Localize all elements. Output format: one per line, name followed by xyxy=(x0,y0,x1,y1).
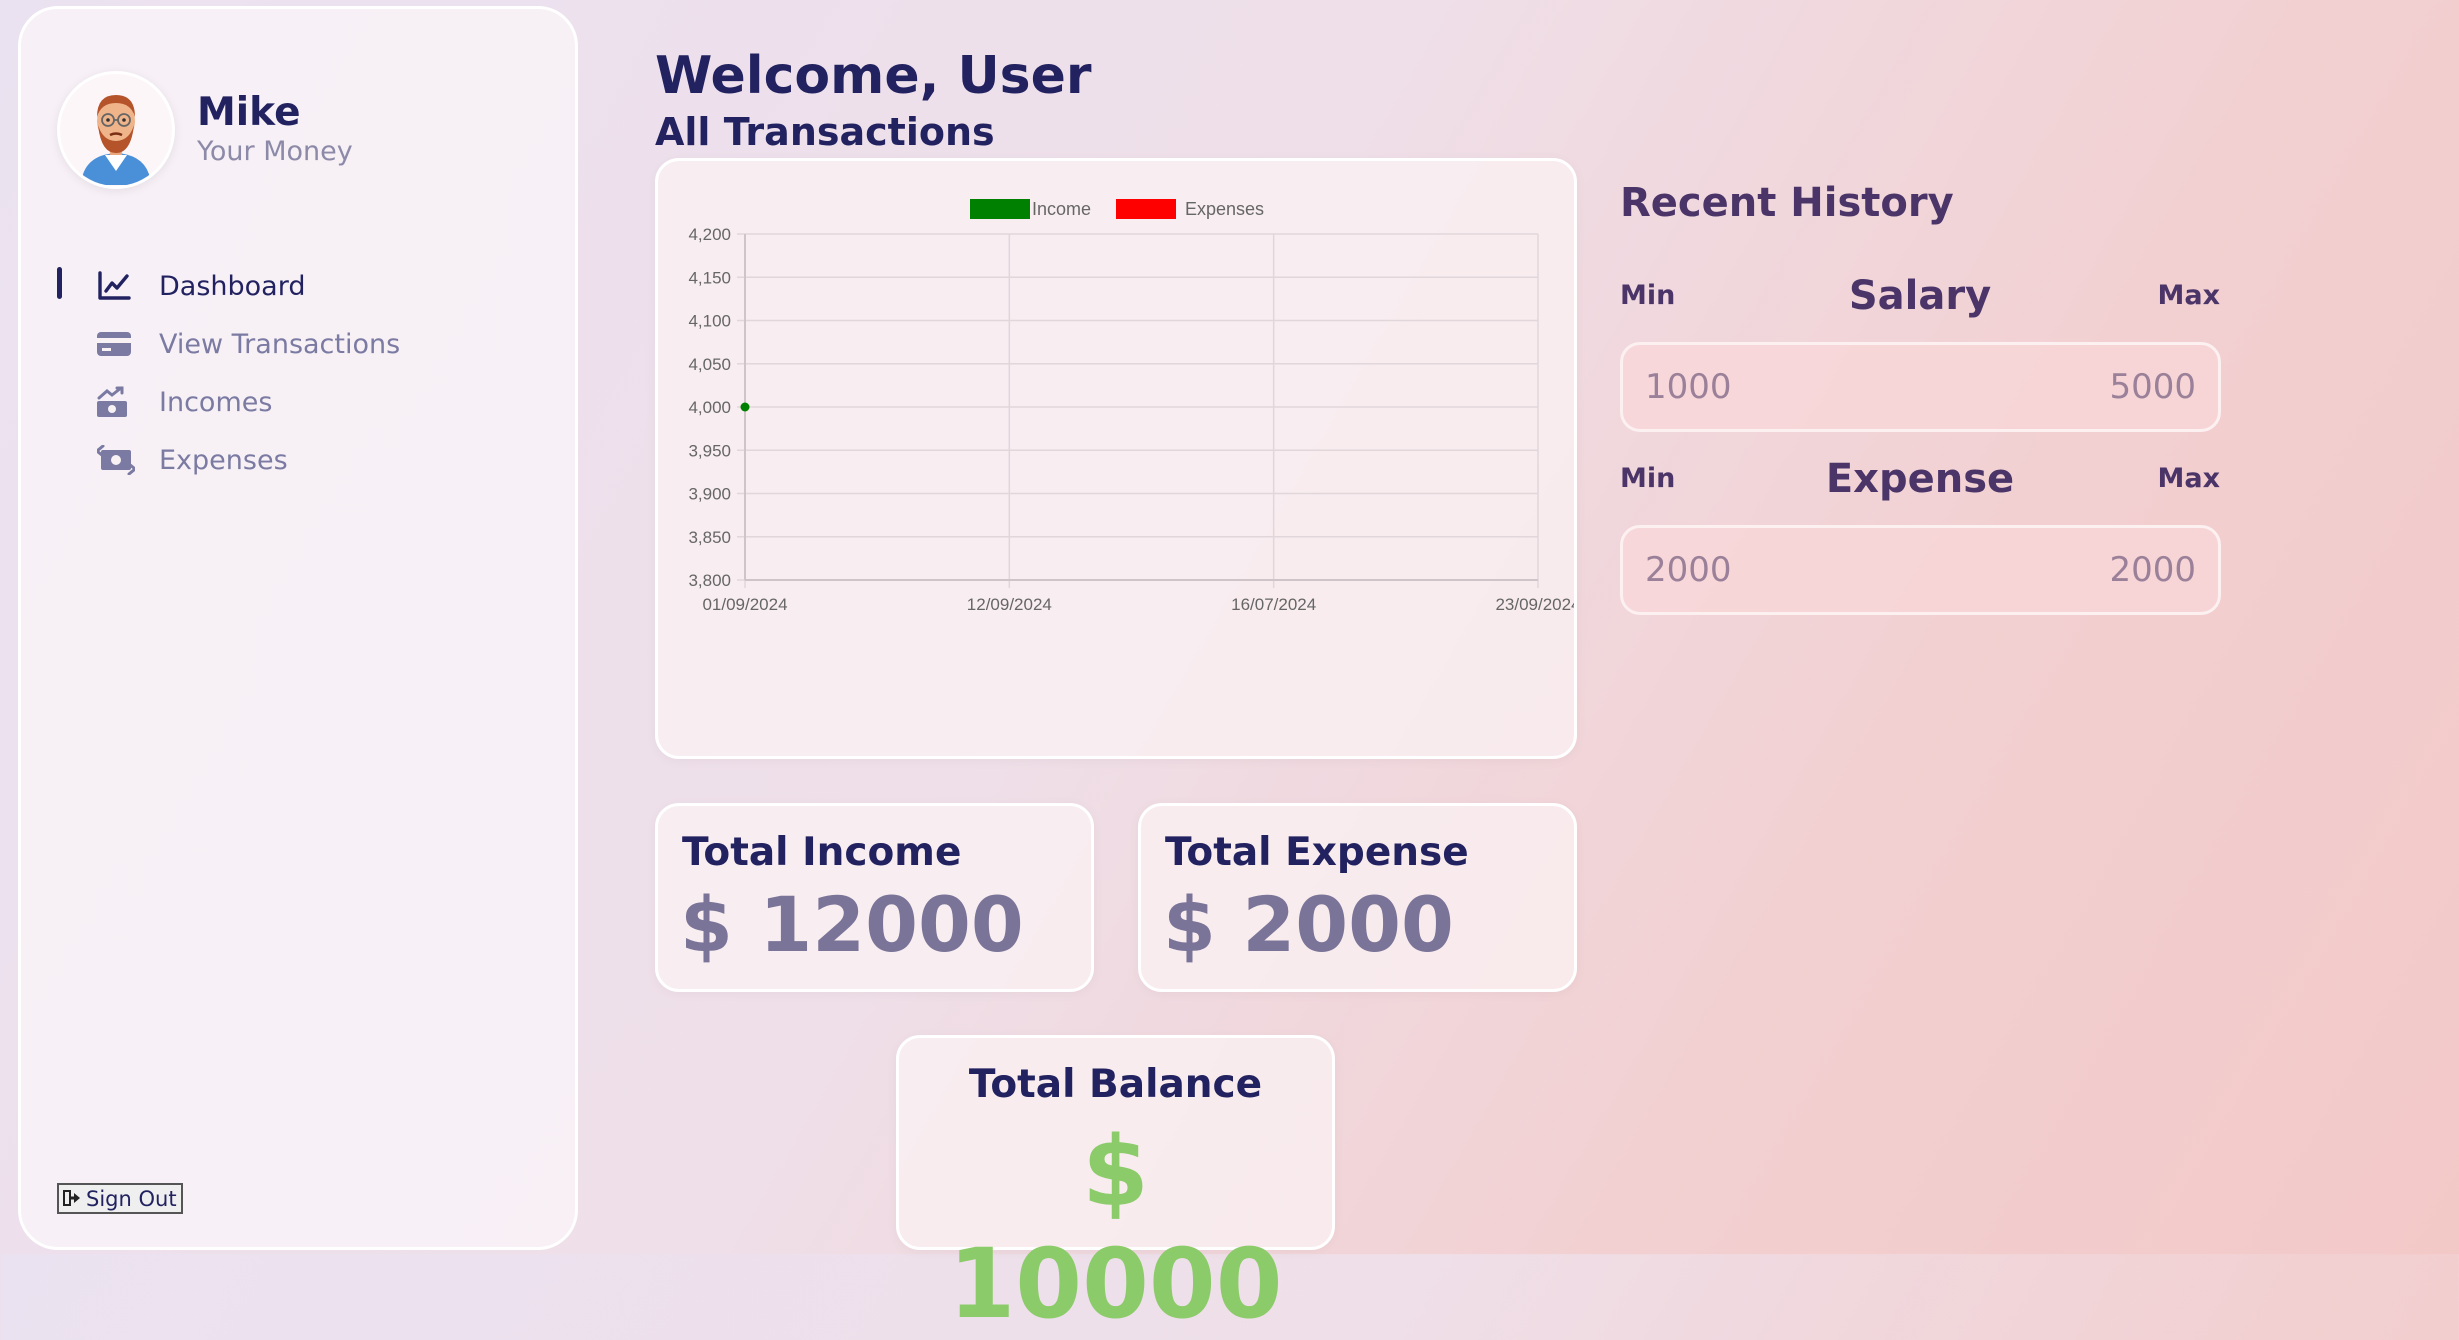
sidebar-menu: Dashboard View Transactions Incomes Expe… xyxy=(57,257,400,489)
y-tick-label: 4,150 xyxy=(688,268,731,287)
section-title: All Transactions xyxy=(655,110,995,154)
recent-history-title: Recent History xyxy=(1620,180,1954,226)
y-tick-label: 4,000 xyxy=(688,398,731,417)
user-profile: Mike Your Money xyxy=(57,71,353,189)
expense-label: Expense xyxy=(1825,456,2015,502)
sidebar-item-label: Dashboard xyxy=(159,270,306,302)
x-tick-label: 16/07/2024 xyxy=(1231,595,1316,614)
salary-max-label: Max xyxy=(2157,280,2220,311)
legend-swatch-income xyxy=(970,199,1030,219)
salary-label: Salary xyxy=(1848,273,1992,319)
expense-range-header: Min Expense Max xyxy=(1620,449,2220,509)
legend-label-expenses: Expenses xyxy=(1185,199,1264,219)
sign-out-icon xyxy=(63,1187,81,1211)
sidebar: Mike Your Money Dashboard View Transacti… xyxy=(18,6,578,1250)
chart-line-icon xyxy=(97,271,139,301)
y-tick-label: 4,050 xyxy=(688,355,731,374)
x-tick-label: 12/09/2024 xyxy=(967,595,1052,614)
y-tick-label: 3,850 xyxy=(688,528,731,547)
total-expense-card: Total Expense $ 2000 xyxy=(1138,803,1577,992)
chart-grid xyxy=(737,233,1539,588)
credit-card-icon xyxy=(97,330,139,358)
total-income-title: Total Income xyxy=(682,830,962,875)
expense-max-value: 2000 xyxy=(2109,550,2196,590)
total-expense-title: Total Expense xyxy=(1165,830,1469,875)
chart-x-axis: 01/09/2024 12/09/2024 16/07/2024 23/09/2024 xyxy=(702,595,1574,614)
total-income-card: Total Income $ 12000 xyxy=(655,803,1094,992)
chart-legend: Income Expenses xyxy=(970,199,1264,219)
expense-range-box: 2000 2000 xyxy=(1620,525,2221,615)
sidebar-item-expenses[interactable]: Expenses xyxy=(57,431,400,489)
expense-max-label: Max xyxy=(2157,463,2220,494)
y-tick-label: 3,900 xyxy=(688,485,731,504)
transactions-chart: Income Expenses 4,200 4,150 4,100 4,050 4,000… xyxy=(688,199,1574,614)
y-tick-label: 4,200 xyxy=(688,225,731,244)
total-expense-value: $ 2000 xyxy=(1163,880,1454,969)
expense-min-value: 2000 xyxy=(1645,550,1732,590)
data-point-income xyxy=(740,402,750,412)
salary-range-box: 1000 5000 xyxy=(1620,342,2221,432)
total-balance-value: $ 10000 xyxy=(948,1116,1283,1340)
salary-min-value: 1000 xyxy=(1645,367,1732,407)
x-tick-label: 23/09/2024 xyxy=(1495,595,1574,614)
transactions-chart-card: Income Expenses 4,200 4,150 4,100 4,050 4,000… xyxy=(655,158,1577,759)
sign-out-label: Sign Out xyxy=(86,1186,177,1211)
sidebar-item-view-transactions[interactable]: View Transactions xyxy=(57,315,400,373)
profile-subtitle: Your Money xyxy=(197,136,353,167)
money-bill-transfer-icon xyxy=(97,445,139,475)
sidebar-item-incomes[interactable]: Incomes xyxy=(57,373,400,431)
legend-swatch-expenses xyxy=(1116,199,1176,219)
y-tick-label: 3,950 xyxy=(688,441,731,460)
sidebar-item-label: Incomes xyxy=(159,386,273,418)
y-tick-label: 4,100 xyxy=(688,312,731,331)
x-tick-label: 01/09/2024 xyxy=(702,595,787,614)
money-bill-trend-up-icon xyxy=(97,386,139,418)
sidebar-item-label: View Transactions xyxy=(159,328,401,360)
chart-y-axis: 4,200 4,150 4,100 4,050 4,000 3,950 3,900 3,850… xyxy=(688,225,731,590)
page-title: Welcome, User xyxy=(655,46,1092,106)
legend-label-income: Income xyxy=(1032,199,1091,219)
sign-out-button[interactable]: Sign Out xyxy=(57,1183,183,1214)
salary-range-header: Min Salary Max xyxy=(1620,266,2220,326)
avatar xyxy=(57,71,175,189)
total-balance-card: Total Balance $ 10000 xyxy=(896,1035,1335,1340)
sidebar-item-dashboard[interactable]: Dashboard xyxy=(57,257,400,315)
chart-series xyxy=(740,402,750,412)
active-indicator xyxy=(57,267,62,299)
y-tick-label: 3,800 xyxy=(688,571,731,590)
total-income-value: $ 12000 xyxy=(680,880,1024,969)
sidebar-item-label: Expenses xyxy=(159,444,288,476)
total-balance-title: Total Balance xyxy=(968,1062,1263,1107)
profile-name: Mike xyxy=(197,90,301,135)
salary-max-value: 5000 xyxy=(2109,367,2196,407)
